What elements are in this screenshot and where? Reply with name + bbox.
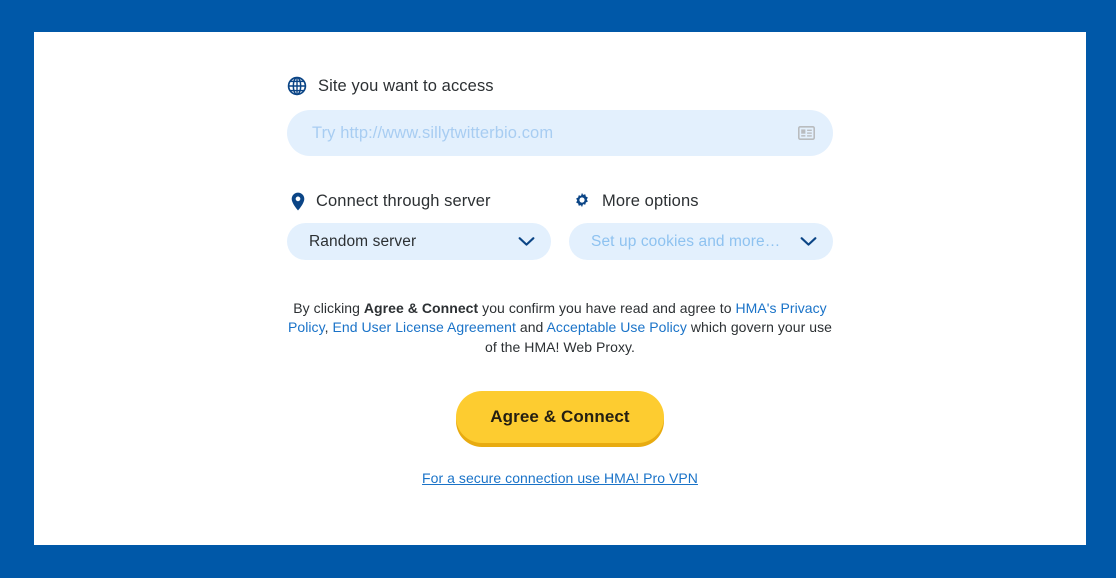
more-options-label-row: More options <box>569 190 833 212</box>
options-row: Connect through server Random server Mor… <box>287 190 833 260</box>
cta-wrapper: Agree & Connect <box>287 391 833 444</box>
site-url-input[interactable]: Try http://www.sillytwitterbio.com <box>287 110 833 156</box>
legal-separator-1: , <box>324 319 333 336</box>
legal-bold-cta: Agree & Connect <box>363 300 479 316</box>
autofill-card-icon[interactable] <box>798 126 815 140</box>
legal-separator-2: and <box>515 319 547 336</box>
location-pin-icon <box>291 192 305 211</box>
site-field-label: Site you want to access <box>318 76 494 95</box>
site-field-label-row: Site you want to access <box>287 75 833 97</box>
server-select-value: Random server <box>309 232 417 250</box>
server-field-label-row: Connect through server <box>287 190 551 212</box>
globe-icon <box>287 76 307 96</box>
site-input-row: Try http://www.sillytwitterbio.com <box>287 110 833 156</box>
server-select[interactable]: Random server <box>287 223 551 260</box>
pro-vpn-link[interactable]: For a secure connection use HMA! Pro VPN <box>422 470 698 486</box>
chevron-down-icon[interactable] <box>518 236 535 247</box>
acceptable-use-policy-link[interactable]: Acceptable Use Policy <box>547 319 687 335</box>
legal-part-1: By clicking <box>293 300 364 316</box>
footer-link-wrapper: For a secure connection use HMA! Pro VPN <box>287 470 833 488</box>
more-options-label: More options <box>602 191 699 210</box>
legal-disclaimer: By clicking Agree & Connect you confirm … <box>287 299 833 357</box>
gear-icon <box>573 192 591 210</box>
eula-link[interactable]: End User License Agreement <box>333 319 516 335</box>
legal-part-2: you confirm you have read and agree to <box>478 300 736 316</box>
agree-and-connect-button[interactable]: Agree & Connect <box>456 391 664 444</box>
site-url-placeholder: Try http://www.sillytwitterbio.com <box>312 123 554 142</box>
more-options-column: More options Set up cookies and more… <box>569 190 833 260</box>
more-options-select[interactable]: Set up cookies and more… <box>569 223 833 260</box>
web-proxy-form: Site you want to access Try http://www.s… <box>287 75 833 488</box>
server-field-label: Connect through server <box>316 191 491 210</box>
chevron-down-icon[interactable] <box>800 236 817 247</box>
server-column: Connect through server Random server <box>287 190 551 260</box>
more-options-select-value: Set up cookies and more… <box>591 232 781 250</box>
proxy-card: Site you want to access Try http://www.s… <box>34 32 1086 545</box>
